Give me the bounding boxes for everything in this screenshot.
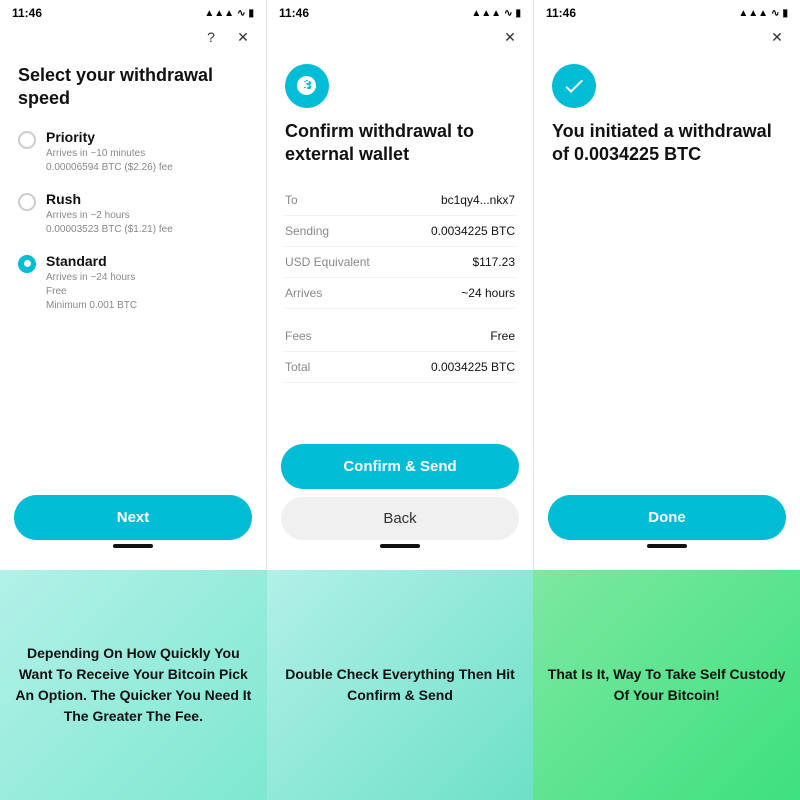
- screen-header-2: ✕: [267, 22, 533, 54]
- screen-confirm: 11:46 ▲▲▲ ∿ ▮ ✕ ₿ Confirm withdrawal to …: [267, 0, 534, 570]
- caption-panel-1: Depending On How Quickly You Want To Rec…: [0, 570, 267, 800]
- caption-text-2: Double Check Everything Then Hit Confirm…: [281, 664, 520, 706]
- caption-text-3: That Is It, Way To Take Self Custody Of …: [547, 664, 786, 706]
- option-priority[interactable]: Priority Arrives in ~10 minutes 0.000065…: [18, 129, 248, 175]
- svg-text:₿: ₿: [301, 81, 308, 93]
- screen-speed: 11:46 ▲▲▲ ∿ ▮ ? ✕ Select your withdrawal…: [0, 0, 267, 570]
- status-icons-2: ▲▲▲ ∿ ▮: [471, 8, 521, 19]
- option-standard-text: Standard Arrives in ~24 hours Free Minim…: [46, 253, 137, 313]
- radio-priority[interactable]: [18, 131, 36, 149]
- signal-icon: ▲▲▲: [204, 8, 234, 19]
- option-standard-label: Standard: [46, 253, 137, 269]
- option-rush-desc2: 0.00003523 BTC ($1.21) fee: [46, 223, 173, 237]
- screen-content-2: ₿ Confirm withdrawal to external wallet …: [267, 54, 533, 434]
- time-3: 11:46: [546, 6, 576, 20]
- detail-usd-label: USD Equivalent: [285, 255, 370, 269]
- screen-title-1: Select your withdrawal speed: [18, 64, 248, 111]
- option-standard[interactable]: Standard Arrives in ~24 hours Free Minim…: [18, 253, 248, 313]
- radio-rush[interactable]: [18, 193, 36, 211]
- done-button[interactable]: Done: [548, 495, 786, 540]
- confirm-send-button[interactable]: Confirm & Send: [281, 444, 519, 489]
- screen-content-1: Select your withdrawal speed Priority Ar…: [0, 54, 266, 485]
- bitcoin-svg: ₿: [295, 74, 319, 98]
- option-priority-text: Priority Arrives in ~10 minutes 0.000065…: [46, 129, 173, 175]
- home-indicator-3: [647, 544, 687, 548]
- confirm-title: Confirm withdrawal to external wallet: [285, 120, 515, 167]
- bottom-btn-area-3: Done: [534, 485, 800, 570]
- caption-panel-2: Double Check Everything Then Hit Confirm…: [267, 570, 534, 800]
- option-priority-label: Priority: [46, 129, 173, 145]
- screen-content-3: You initiated a withdrawal of 0.0034225 …: [534, 54, 800, 485]
- captions-row: Depending On How Quickly You Want To Rec…: [0, 570, 800, 800]
- time-1: 11:46: [12, 6, 42, 20]
- detail-to-label: To: [285, 193, 298, 207]
- close-icon-2[interactable]: ✕: [499, 26, 521, 48]
- next-button[interactable]: Next: [14, 495, 252, 540]
- wifi-icon-2: ∿: [504, 8, 512, 19]
- bottom-btn-area-2: Confirm & Send Back: [267, 434, 533, 570]
- option-rush-text: Rush Arrives in ~2 hours 0.00003523 BTC …: [46, 191, 173, 237]
- home-indicator-2: [380, 544, 420, 548]
- detail-total: Total 0.0034225 BTC: [285, 352, 515, 383]
- time-2: 11:46: [279, 6, 309, 20]
- status-icons-1: ▲▲▲ ∿ ▮: [204, 8, 254, 19]
- detail-sending: Sending 0.0034225 BTC: [285, 216, 515, 247]
- status-bar-2: 11:46 ▲▲▲ ∿ ▮: [267, 0, 533, 22]
- option-rush[interactable]: Rush Arrives in ~2 hours 0.00003523 BTC …: [18, 191, 248, 237]
- detail-arrives-value: ~24 hours: [461, 286, 515, 300]
- wifi-icon-3: ∿: [771, 8, 779, 19]
- status-bar-3: 11:46 ▲▲▲ ∿ ▮: [534, 0, 800, 22]
- detail-fees-value: Free: [490, 329, 515, 343]
- option-rush-desc1: Arrives in ~2 hours: [46, 209, 173, 223]
- detail-total-value: 0.0034225 BTC: [431, 360, 515, 374]
- detail-sending-value: 0.0034225 BTC: [431, 224, 515, 238]
- detail-to: To bc1qy4...nkx7: [285, 185, 515, 216]
- option-standard-desc2: Free: [46, 285, 137, 299]
- caption-text-1: Depending On How Quickly You Want To Rec…: [14, 643, 253, 727]
- radio-standard[interactable]: [18, 255, 36, 273]
- detail-fees: Fees Free: [285, 321, 515, 352]
- detail-fees-label: Fees: [285, 329, 312, 343]
- signal-icon-3: ▲▲▲: [738, 8, 768, 19]
- detail-arrives: Arrives ~24 hours: [285, 278, 515, 309]
- screen-header-1: ? ✕: [0, 22, 266, 54]
- bottom-btn-area-1: Next: [0, 485, 266, 570]
- battery-icon-2: ▮: [515, 8, 521, 19]
- close-icon-1[interactable]: ✕: [232, 26, 254, 48]
- bitcoin-icon: ₿: [285, 64, 329, 108]
- checkmark-svg: [562, 74, 586, 98]
- screen-header-3: ✕: [534, 22, 800, 54]
- detail-divider: [285, 309, 515, 321]
- detail-usd: USD Equivalent $117.23: [285, 247, 515, 278]
- back-button[interactable]: Back: [281, 497, 519, 540]
- checkmark-icon: [552, 64, 596, 108]
- screen-success: 11:46 ▲▲▲ ∿ ▮ ✕ You initiated a withdraw…: [534, 0, 800, 570]
- option-standard-desc1: Arrives in ~24 hours: [46, 271, 137, 285]
- detail-sending-label: Sending: [285, 224, 329, 238]
- detail-arrives-label: Arrives: [285, 286, 322, 300]
- status-bar-1: 11:46 ▲▲▲ ∿ ▮: [0, 0, 266, 22]
- success-title: You initiated a withdrawal of 0.0034225 …: [552, 120, 782, 167]
- close-icon-3[interactable]: ✕: [766, 26, 788, 48]
- option-standard-desc3: Minimum 0.001 BTC: [46, 299, 137, 313]
- status-icons-3: ▲▲▲ ∿ ▮: [738, 8, 788, 19]
- details-group-1: To bc1qy4...nkx7 Sending 0.0034225 BTC U…: [285, 185, 515, 309]
- caption-panel-3: That Is It, Way To Take Self Custody Of …: [533, 570, 800, 800]
- option-priority-desc2: 0.00006594 BTC ($2.26) fee: [46, 161, 173, 175]
- detail-to-value: bc1qy4...nkx7: [441, 193, 515, 207]
- detail-usd-value: $117.23: [473, 255, 516, 269]
- option-rush-label: Rush: [46, 191, 173, 207]
- wifi-icon: ∿: [237, 8, 245, 19]
- battery-icon: ▮: [248, 8, 254, 19]
- details-group-2: Fees Free Total 0.0034225 BTC: [285, 321, 515, 383]
- option-priority-desc1: Arrives in ~10 minutes: [46, 147, 173, 161]
- signal-icon-2: ▲▲▲: [471, 8, 501, 19]
- battery-icon-3: ▮: [782, 8, 788, 19]
- help-icon[interactable]: ?: [200, 26, 222, 48]
- detail-total-label: Total: [285, 360, 310, 374]
- home-indicator-1: [113, 544, 153, 548]
